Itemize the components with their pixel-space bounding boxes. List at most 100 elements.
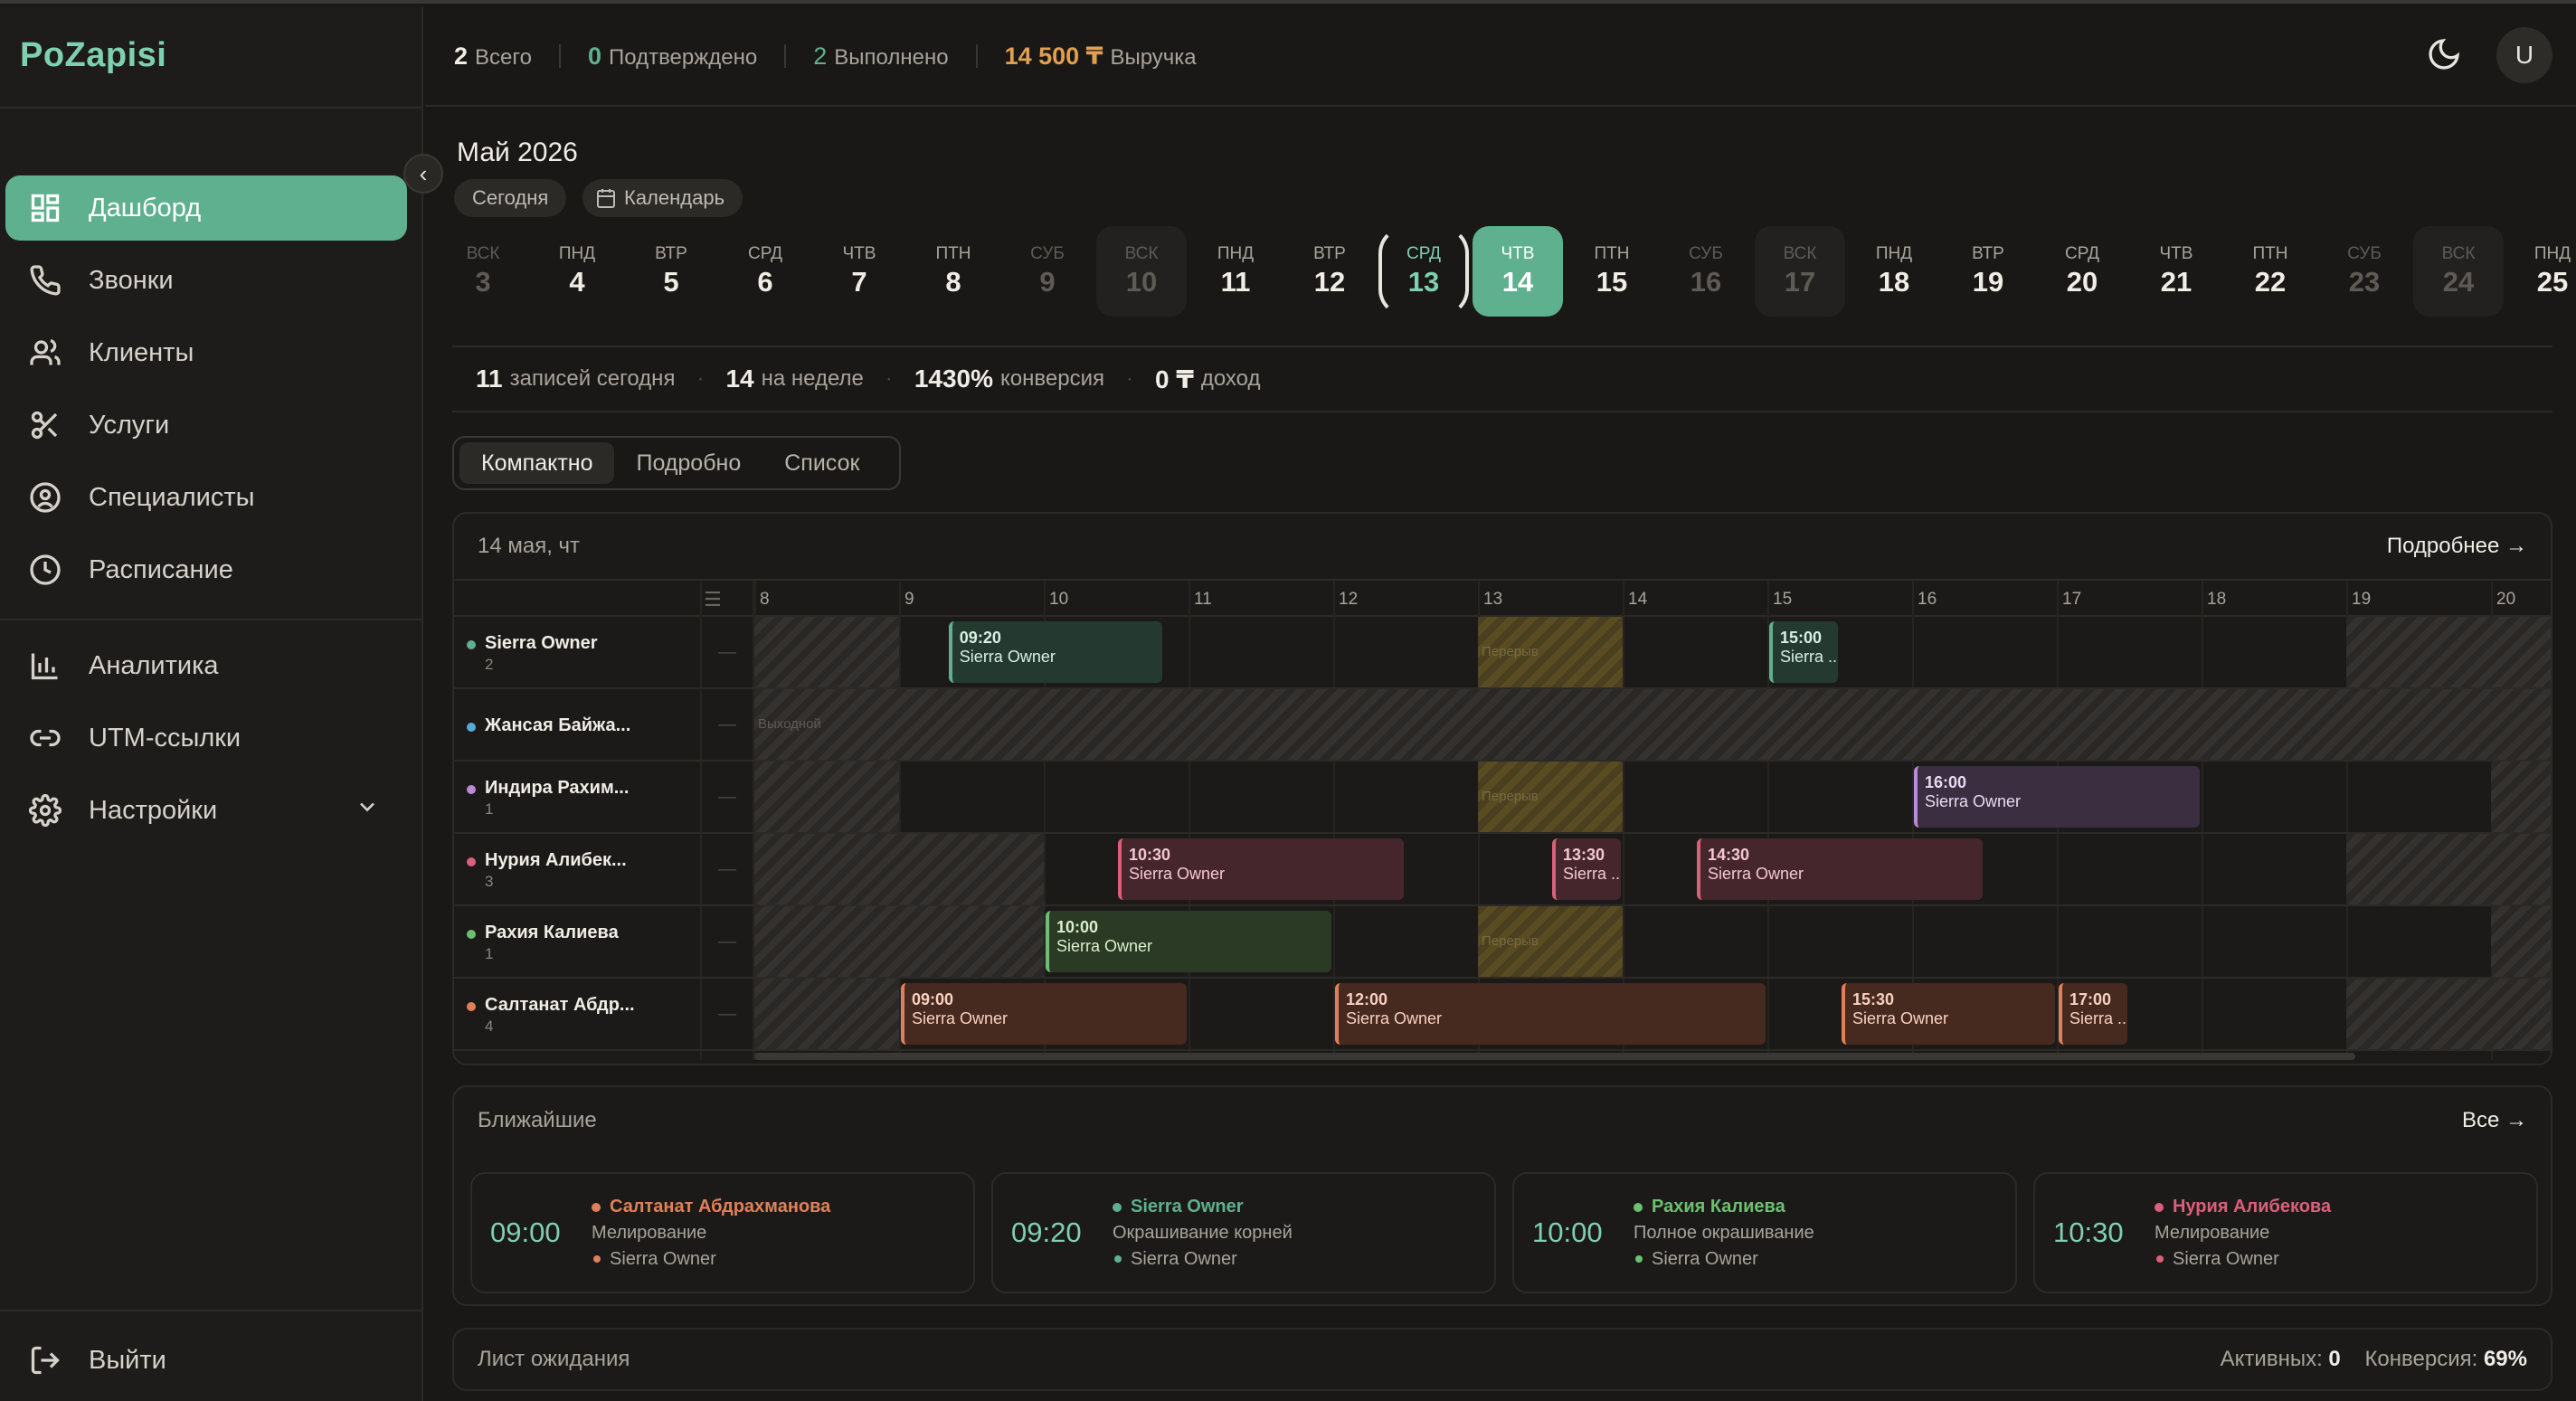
appointment-block[interactable]: 13:30 Sierra ... xyxy=(1552,838,1621,900)
day-weekday: чтв xyxy=(1501,244,1535,263)
day-number: 19 xyxy=(1972,266,2004,298)
all-link[interactable]: Все → xyxy=(2462,1108,2527,1133)
tab-compact[interactable]: Компактно xyxy=(459,442,615,484)
stat-revenue: 14 500 ₸ Выручка xyxy=(1005,43,1197,71)
sidebar-item-calls[interactable]: Звонки xyxy=(5,248,407,313)
day-6[interactable]: срд 6 xyxy=(720,226,810,317)
sidebar-item-label: Аналитика xyxy=(89,650,219,680)
sidebar-item-label: Настройки xyxy=(89,795,218,825)
day-weekday: суб xyxy=(1689,244,1723,263)
day-19[interactable]: втр 19 xyxy=(1943,226,2033,317)
specialist-name[interactable]: Нурия Алибек... 3 xyxy=(467,834,738,906)
day-weekday: суб xyxy=(1030,244,1065,263)
sidebar-item-settings[interactable]: Настройки xyxy=(5,778,407,843)
day-13[interactable]: срд 13 xyxy=(1378,226,1469,317)
specialist-name[interactable]: Рахия Калиева 1 xyxy=(467,906,738,979)
more-link[interactable]: Подробнее → xyxy=(2387,534,2527,559)
sidebar-item-clients[interactable]: Клиенты xyxy=(5,320,407,385)
day-5[interactable]: втр 5 xyxy=(626,226,716,317)
appointment-block[interactable]: 10:30 Sierra Owner xyxy=(1118,838,1404,900)
day-8[interactable]: птн 8 xyxy=(908,226,999,317)
day-10[interactable]: вск 10 xyxy=(1096,226,1187,317)
row-dash: — xyxy=(718,1004,736,1024)
day-18[interactable]: пнд 18 xyxy=(1849,226,1939,317)
day-9[interactable]: суб 9 xyxy=(1002,226,1093,317)
day-22[interactable]: птн 22 xyxy=(2225,226,2316,317)
day-weekday: птн xyxy=(935,244,971,263)
day-number: 15 xyxy=(1596,266,1628,298)
day-15[interactable]: птн 15 xyxy=(1567,226,1657,317)
chevron-down-icon[interactable] xyxy=(355,794,380,827)
appointment-block[interactable]: 09:00 Sierra Owner xyxy=(901,983,1187,1045)
day-3[interactable]: вск 3 xyxy=(438,226,528,317)
day-25[interactable]: пнд 25 xyxy=(2507,226,2576,317)
day-4[interactable]: пнд 4 xyxy=(532,226,622,317)
day-17[interactable]: вск 17 xyxy=(1755,226,1845,317)
appointment-block[interactable]: 12:00 Sierra Owner xyxy=(1335,983,1766,1045)
hour-label: 12 xyxy=(1339,590,1359,609)
day-7[interactable]: чтв 7 xyxy=(814,226,904,317)
appointment-block[interactable]: 14:30 Sierra Owner xyxy=(1697,838,1983,900)
break-label: Перерыв xyxy=(1482,933,1539,949)
appointment-block[interactable]: 15:00 Sierra ... xyxy=(1769,621,1838,683)
calendar-button[interactable]: Календарь xyxy=(582,179,743,217)
link-icon xyxy=(27,720,63,756)
appointment-block[interactable]: 15:30 Sierra Owner xyxy=(1842,983,2055,1045)
day-11[interactable]: пнд 11 xyxy=(1190,226,1281,317)
day-14[interactable]: чтв 14 xyxy=(1473,226,1563,317)
row-dash: — xyxy=(718,859,736,879)
day-weekday: пнд xyxy=(1875,244,1913,263)
upcoming-master: Sierra Owner xyxy=(1113,1249,1293,1270)
day-weekday: пнд xyxy=(2533,244,2571,263)
specialist-label: Sierra Owner xyxy=(467,633,738,654)
tab-list[interactable]: Список xyxy=(762,442,881,484)
today-button[interactable]: Сегодня xyxy=(454,179,567,217)
day-16[interactable]: суб 16 xyxy=(1661,226,1751,317)
day-12[interactable]: втр 12 xyxy=(1284,226,1375,317)
sidebar-item-schedule[interactable]: Расписание xyxy=(5,537,407,602)
sidebar-item-dashboard[interactable]: Дашборд xyxy=(5,175,407,241)
sidebar-item-analytics[interactable]: Аналитика xyxy=(5,633,407,698)
appointment-block[interactable]: 16:00 Sierra Owner xyxy=(1914,766,2200,828)
tab-detailed[interactable]: Подробно xyxy=(614,442,762,484)
specialist-name[interactable]: Sierra Owner 2 xyxy=(467,617,738,689)
avatar[interactable]: U xyxy=(2496,27,2552,83)
waitlist-panel[interactable]: Лист ожидания Активных: 0 Конверсия: 69% xyxy=(452,1328,2552,1391)
app-logo[interactable]: PoZapisi xyxy=(20,36,166,75)
appointment-block[interactable]: 17:00 Sierra ... xyxy=(2059,983,2127,1045)
hour-label: 14 xyxy=(1628,590,1648,609)
upcoming-card[interactable]: 09:00 Салтанат Абдрахманова Мелирование Sie… xyxy=(470,1172,975,1293)
calendar-icon xyxy=(597,189,615,208)
upcoming-card[interactable]: 09:20 Sierra Owner Окрашивание корней Sierr… xyxy=(991,1172,1496,1293)
stat-value: 2 xyxy=(454,42,469,70)
horizontal-scrollbar[interactable] xyxy=(754,1053,2355,1060)
list-icon[interactable]: ☰ xyxy=(704,588,722,611)
collapse-sidebar-button[interactable]: ‹ xyxy=(403,154,443,194)
specialist-name[interactable]: Жансая Байжа... xyxy=(467,689,738,762)
appointment-block[interactable]: 10:00 Sierra Owner xyxy=(1046,911,1331,972)
specialist-name[interactable]: Индира Рахим... 1 xyxy=(467,762,738,834)
appointment-block[interactable]: 09:20 Sierra Owner xyxy=(948,621,1162,683)
sidebar-item-services[interactable]: Услуги xyxy=(5,393,407,458)
day-number: 24 xyxy=(2442,266,2475,298)
sidebar-item-utm[interactable]: UTM-ссылки xyxy=(5,705,407,771)
hour-label: 19 xyxy=(2352,590,2372,609)
upcoming-card[interactable]: 10:30 Нурия Алибекова Мелирование Sierra Ow… xyxy=(2033,1172,2538,1293)
day-21[interactable]: чтв 21 xyxy=(2131,226,2221,317)
day-weekday: вск xyxy=(2441,244,2476,263)
appointment-time: 10:30 xyxy=(1129,846,1171,864)
day-24[interactable]: вск 24 xyxy=(2413,226,2504,317)
specialist-label: Салтанат Абдр... xyxy=(467,995,738,1016)
specialist-name[interactable]: Салтанат Абдр... 4 xyxy=(467,979,738,1051)
appointment-time: 09:20 xyxy=(959,629,1001,647)
upcoming-card[interactable]: 10:00 Рахия Калиева Полное окрашивание Sier… xyxy=(1512,1172,2017,1293)
day-number: 3 xyxy=(475,266,491,298)
day-20[interactable]: срд 20 xyxy=(2037,226,2127,317)
stat-confirmed: 0 Подтверждено xyxy=(588,43,757,71)
logout-button[interactable]: Выйти xyxy=(5,1328,407,1393)
sidebar-item-specialists[interactable]: Специалисты xyxy=(5,465,407,530)
hour-label: 20 xyxy=(2496,590,2516,609)
day-23[interactable]: суб 23 xyxy=(2319,226,2410,317)
specialist-label: Рахия Калиева xyxy=(467,923,738,943)
moon-icon[interactable] xyxy=(2426,36,2462,72)
